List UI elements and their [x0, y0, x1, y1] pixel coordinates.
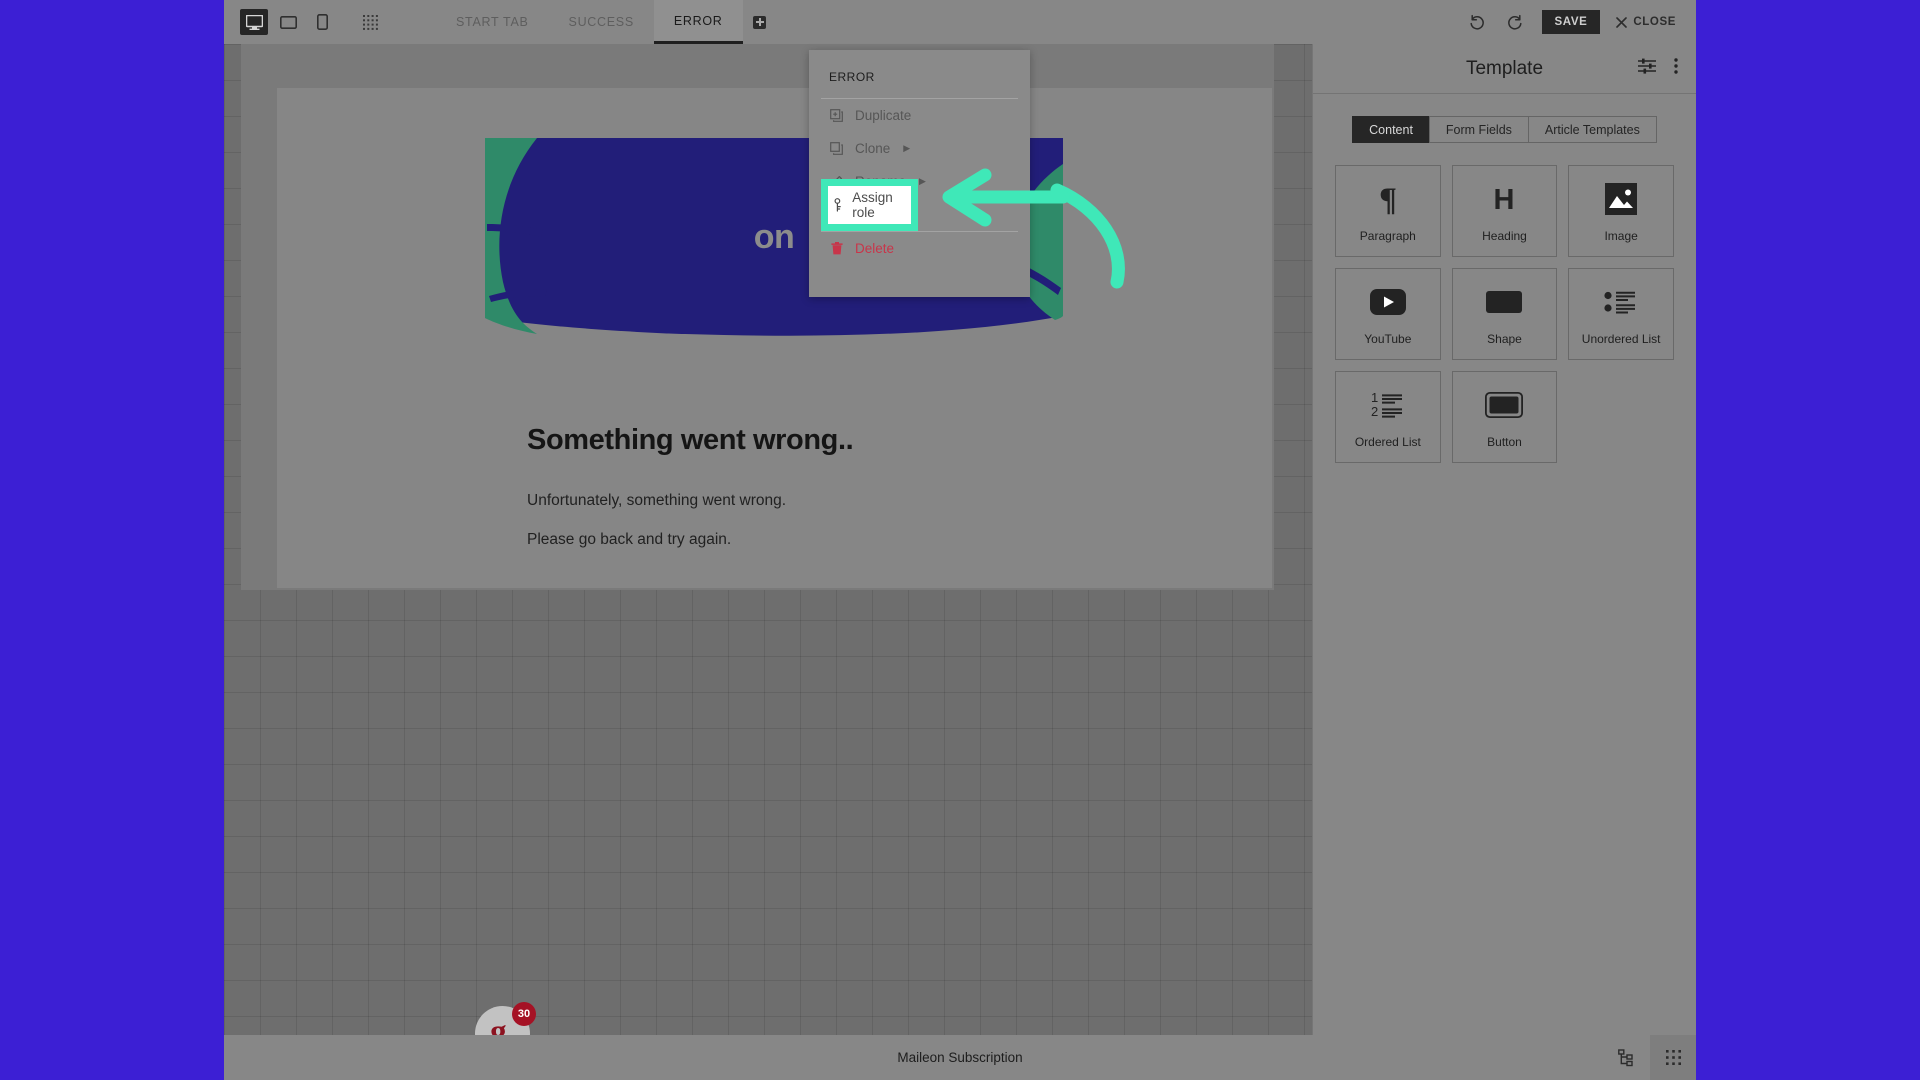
block-label: Paragraph: [1359, 228, 1416, 243]
tab-label: SUCCESS: [568, 15, 634, 29]
close-label: CLOSE: [1633, 16, 1676, 28]
redo-button[interactable]: [1504, 11, 1526, 33]
close-icon: [1616, 16, 1628, 28]
svg-text:2: 2: [1371, 404, 1378, 419]
highlight-assign-role[interactable]: Assign role: [821, 179, 918, 231]
email-heading[interactable]: Something went wrong..: [527, 424, 854, 457]
grid-dots-icon: [362, 14, 378, 30]
block-ordered-list[interactable]: 1 2 Ordered List: [1335, 371, 1441, 463]
svg-text:¶: ¶: [1379, 183, 1397, 215]
tab-success[interactable]: SUCCESS: [549, 0, 654, 44]
submenu-caret-icon: ▶: [919, 176, 926, 186]
kebab-menu-icon[interactable]: [1674, 58, 1678, 79]
grid-view-button[interactable]: [356, 9, 384, 35]
highlight-assign-role-label: Assign role: [852, 190, 893, 220]
context-menu-item-duplicate[interactable]: Duplicate: [809, 99, 1030, 132]
block-label: Unordered List: [1581, 331, 1661, 346]
page-tabs: START TAB SUCCESS ERROR: [436, 0, 777, 44]
tablet-icon: [279, 15, 297, 29]
undo-icon: [1469, 14, 1484, 30]
undo-button[interactable]: [1466, 11, 1488, 33]
pilcrow-icon: ¶: [1375, 180, 1401, 218]
panel-title: Template: [1465, 57, 1544, 79]
block-label: Image: [1604, 228, 1638, 243]
block-label: YouTube: [1364, 331, 1412, 346]
add-tab-button[interactable]: [743, 0, 777, 44]
trash-icon: [829, 241, 844, 256]
template-name: Maileon Subscription: [897, 1050, 1023, 1065]
close-button[interactable]: CLOSE: [1616, 16, 1676, 28]
panel-header-actions: [1638, 58, 1678, 79]
content-block-grid: ¶ Paragraph H Heading Image YouTube Shap…: [1335, 165, 1674, 463]
block-unordered-list[interactable]: Unordered List: [1568, 268, 1674, 360]
tab-label: START TAB: [456, 15, 529, 29]
device-desktop-button[interactable]: [240, 9, 268, 35]
ordered-list-icon: 1 2: [1370, 386, 1406, 424]
unordered-list-icon: [1604, 283, 1638, 321]
block-youtube[interactable]: YouTube: [1335, 268, 1441, 360]
tab-error[interactable]: ERROR: [653, 0, 743, 44]
tab-form-fields[interactable]: Form Fields: [1428, 116, 1528, 143]
context-menu-label: Delete: [855, 241, 895, 256]
block-paragraph[interactable]: ¶ Paragraph: [1335, 165, 1441, 257]
clone-icon: [829, 141, 844, 156]
device-mobile-button[interactable]: [308, 9, 336, 35]
app-root: START TAB SUCCESS ERROR SAVE CLOSE on So…: [0, 0, 1920, 1080]
youtube-icon: [1369, 283, 1406, 321]
image-icon: [1605, 180, 1638, 218]
block-label: Button: [1487, 434, 1522, 449]
panel-tab-group: Content Form Fields Article Templates: [1313, 116, 1696, 143]
device-tablet-button[interactable]: [274, 9, 302, 35]
badge-logo: g.: [490, 1014, 515, 1036]
grammarly-badge[interactable]: g. 30: [475, 1002, 536, 1036]
device-preview-group: [224, 9, 384, 35]
tab-label: Article Templates: [1544, 122, 1640, 137]
mobile-icon: [316, 14, 328, 30]
template-side-panel: Template Content Form Fields Article Tem…: [1312, 44, 1696, 1035]
badge-count: 30: [512, 1002, 536, 1026]
top-toolbar: START TAB SUCCESS ERROR SAVE CLOSE: [224, 0, 1696, 44]
svg-text:1: 1: [1371, 391, 1378, 405]
top-toolbar-actions: SAVE CLOSE: [1466, 10, 1697, 34]
context-menu-label: Duplicate: [855, 108, 912, 123]
block-label: Shape: [1487, 331, 1522, 346]
duplicate-icon: [829, 108, 844, 123]
tab-content[interactable]: Content: [1352, 116, 1429, 143]
tab-article-templates[interactable]: Article Templates: [1527, 116, 1657, 143]
annotation-arrow: [942, 168, 1125, 289]
block-label: Heading: [1482, 228, 1527, 243]
block-heading[interactable]: H Heading: [1451, 165, 1558, 257]
shape-icon: [1486, 283, 1523, 321]
block-label: Ordered List: [1354, 434, 1421, 449]
block-button[interactable]: Button: [1451, 371, 1558, 463]
tab-label: ERROR: [673, 13, 723, 28]
tab-label: Content: [1369, 122, 1413, 137]
desktop-icon: [245, 14, 263, 30]
panel-header: Template: [1313, 44, 1696, 94]
key-icon: [832, 198, 844, 212]
submenu-caret-icon: ▶: [903, 143, 911, 153]
svg-text:H: H: [1494, 184, 1515, 214]
button-icon: [1485, 386, 1524, 424]
email-page-frame: on Something went wrong.. Unfortunately,…: [241, 44, 1274, 590]
plus-icon: [753, 15, 767, 29]
block-shape[interactable]: Shape: [1451, 268, 1558, 360]
tab-label: Form Fields: [1445, 122, 1512, 137]
sliders-icon[interactable]: [1638, 58, 1656, 79]
redo-icon: [1507, 14, 1522, 30]
block-image[interactable]: Image: [1568, 165, 1674, 257]
save-button[interactable]: SAVE: [1541, 10, 1601, 34]
bottom-status-bar: Maileon Subscription: [224, 1035, 1696, 1080]
tab-start-tab[interactable]: START TAB: [436, 0, 549, 44]
context-menu-label: Clone: [855, 141, 891, 156]
editor-shell: START TAB SUCCESS ERROR SAVE CLOSE on So…: [224, 0, 1696, 1080]
email-paragraph-2[interactable]: Please go back and try again.: [527, 531, 731, 549]
context-menu-title: ERROR: [829, 70, 875, 84]
heading-icon: H: [1490, 180, 1518, 218]
email-paragraph-1[interactable]: Unfortunately, something went wrong.: [527, 492, 786, 510]
